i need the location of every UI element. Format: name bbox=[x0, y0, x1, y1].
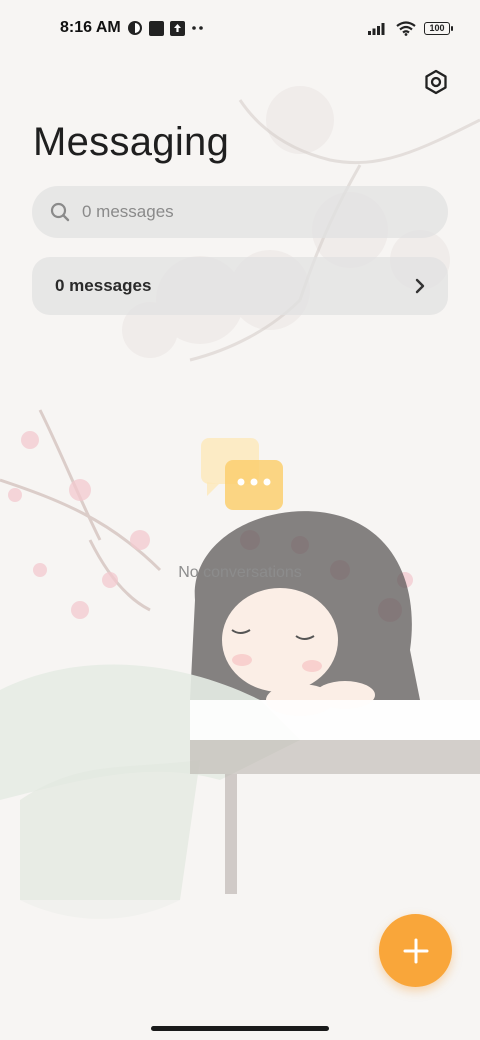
chat-bubble-icon bbox=[195, 438, 285, 518]
battery-icon: 100 bbox=[424, 21, 453, 35]
plus-icon bbox=[403, 938, 428, 963]
search-icon bbox=[50, 202, 70, 222]
messages-card-label: 0 messages bbox=[55, 276, 152, 295]
status-upload-icon bbox=[169, 20, 185, 36]
status-app-icon bbox=[127, 20, 143, 36]
chevron-right-icon bbox=[415, 278, 425, 294]
messages-card[interactable]: 0 messages bbox=[32, 257, 448, 315]
search-placeholder: 0 messages bbox=[82, 202, 174, 221]
status-left: 8:16 AM bbox=[60, 19, 205, 37]
empty-state: No conversations bbox=[0, 438, 480, 581]
battery-level: 100 bbox=[429, 23, 445, 33]
empty-state-text: No conversations bbox=[178, 564, 302, 581]
status-time: 8:16 AM bbox=[60, 19, 121, 36]
new-conversation-button[interactable] bbox=[379, 914, 452, 987]
more-dots-icon bbox=[191, 25, 205, 31]
settings-icon bbox=[425, 69, 447, 95]
wifi-icon bbox=[396, 20, 416, 36]
settings-button[interactable] bbox=[420, 66, 452, 98]
home-indicator[interactable] bbox=[151, 1026, 329, 1031]
signal-icon bbox=[368, 21, 388, 35]
status-square-icon bbox=[148, 20, 164, 36]
page-title: Messaging bbox=[33, 120, 230, 164]
search-bar[interactable]: 0 messages bbox=[32, 186, 448, 238]
status-bar: 8:16 AM 100 bbox=[0, 0, 480, 56]
status-right: 100 bbox=[368, 20, 453, 36]
